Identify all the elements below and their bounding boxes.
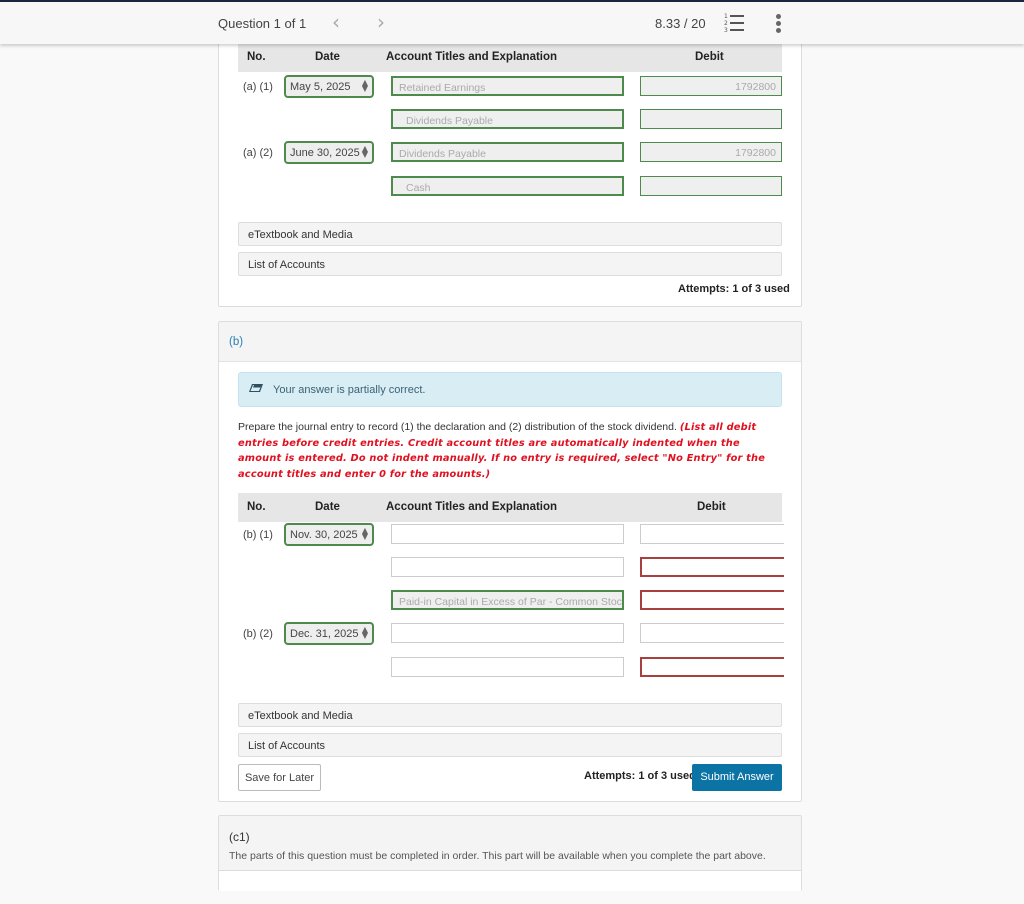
dot xyxy=(776,14,781,19)
date-select[interactable]: Dec. 31, 2025 ▲ ▼ xyxy=(284,622,374,645)
part-c1-footer xyxy=(219,870,801,891)
part-label: (c1) xyxy=(229,830,250,844)
dot xyxy=(776,28,781,33)
chevron-left-icon[interactable]: ‹ xyxy=(332,11,340,33)
account-title-input[interactable] xyxy=(391,623,624,643)
header-no: No. xyxy=(247,501,266,513)
entry-number: (a) (1) xyxy=(243,81,273,93)
part-b-header: (b) xyxy=(219,322,801,362)
debit-input[interactable] xyxy=(640,524,784,544)
question-counter: Question 1 of 1 xyxy=(218,16,307,31)
submit-answer-button[interactable]: Submit Answer xyxy=(692,764,782,791)
journal-table-header: No. Date Account Titles and Explanation … xyxy=(238,493,782,522)
part-label: (b) xyxy=(229,336,244,348)
save-for-later-button[interactable]: Save for Later xyxy=(238,764,321,791)
select-arrows-icon: ▲ ▼ xyxy=(361,78,368,93)
pencil-icon xyxy=(249,384,263,392)
account-title-input[interactable]: Dividends Payable xyxy=(391,142,624,162)
header-debit: Debit xyxy=(697,501,726,513)
header-no: No. xyxy=(247,51,266,63)
list-line xyxy=(730,22,744,24)
attempts-counter: Attempts: 1 of 3 used xyxy=(584,770,696,782)
vertical-dots-icon[interactable] xyxy=(776,14,782,36)
header-date: Date xyxy=(315,501,340,513)
header-debit: Debit xyxy=(695,51,724,63)
account-title-input[interactable]: Paid-in Capital in Excess of Par - Commo… xyxy=(391,590,624,610)
account-title-input[interactable] xyxy=(391,557,624,577)
list-line xyxy=(730,15,744,17)
date-value: Dec. 31, 2025 xyxy=(290,628,359,640)
date-select[interactable]: Nov. 30, 2025 ▲ ▼ xyxy=(284,523,374,546)
alert-message: Your answer is partially correct. xyxy=(273,384,426,396)
score-display: 8.33 / 20 xyxy=(655,16,706,31)
debit-input[interactable] xyxy=(640,623,784,643)
select-arrows-icon: ▲ ▼ xyxy=(361,625,368,640)
entry-number: (b) (1) xyxy=(243,529,273,541)
date-select[interactable]: June 30, 2025 ▲ ▼ xyxy=(284,141,374,164)
date-value: May 5, 2025 xyxy=(290,81,351,93)
attempts-counter: Attempts: 1 of 3 used xyxy=(678,283,790,295)
header-account: Account Titles and Explanation xyxy=(386,51,558,63)
debit-input[interactable] xyxy=(640,557,784,577)
question-toolbar: Question 1 of 1 ‹ › 8.33 / 20 1 2 3 xyxy=(0,2,1024,44)
partial-correct-alert: Your answer is partially correct. xyxy=(238,372,782,407)
select-arrows-icon: ▲ ▼ xyxy=(361,144,368,159)
debit-input[interactable] xyxy=(640,109,782,129)
dot xyxy=(776,21,781,26)
debit-input[interactable] xyxy=(640,590,784,610)
part-b-card: (b) Your answer is partially correct. Pr… xyxy=(218,321,802,802)
instruction-text: Prepare the journal entry to record (1) … xyxy=(238,421,677,433)
account-title-input[interactable]: Retained Earnings xyxy=(391,76,624,96)
part-a-card: No. Date Account Titles and Explanation … xyxy=(218,30,802,307)
header-date: Date xyxy=(315,51,340,63)
debit-input[interactable]: 1792800 xyxy=(640,142,782,162)
debit-input[interactable]: 1792800 xyxy=(640,76,782,96)
etextbook-media-link[interactable]: eTextbook and Media xyxy=(238,222,782,246)
list-number: 3 xyxy=(724,27,728,34)
journal-table-header: No. Date Account Titles and Explanation … xyxy=(238,43,782,72)
entry-number: (a) (2) xyxy=(243,147,273,159)
date-value: Nov. 30, 2025 xyxy=(290,529,358,541)
select-arrows-icon: ▲ ▼ xyxy=(361,526,368,541)
list-of-accounts-link[interactable]: List of Accounts xyxy=(238,252,782,276)
date-value: June 30, 2025 xyxy=(290,147,360,159)
part-c1-card: (c1) The parts of this question must be … xyxy=(218,815,802,891)
header-account: Account Titles and Explanation xyxy=(386,501,558,513)
debit-input[interactable] xyxy=(640,657,784,677)
account-title-input[interactable]: Cash xyxy=(391,176,624,196)
debit-input[interactable] xyxy=(640,176,782,196)
chevron-right-icon[interactable]: › xyxy=(377,11,385,33)
numbered-list-icon[interactable]: 1 2 3 xyxy=(724,13,750,35)
entry-number: (b) (2) xyxy=(243,628,273,640)
account-title-input[interactable] xyxy=(391,524,624,544)
account-title-input[interactable]: Dividends Payable xyxy=(391,109,624,129)
instructions: Prepare the journal entry to record (1) … xyxy=(238,420,778,482)
locked-part-message: The parts of this question must be compl… xyxy=(229,850,766,862)
account-title-input[interactable] xyxy=(391,657,624,677)
list-line xyxy=(730,29,744,31)
etextbook-media-link[interactable]: eTextbook and Media xyxy=(238,703,782,727)
list-of-accounts-link[interactable]: List of Accounts xyxy=(238,733,782,757)
date-select[interactable]: May 5, 2025 ▲ ▼ xyxy=(284,75,374,98)
